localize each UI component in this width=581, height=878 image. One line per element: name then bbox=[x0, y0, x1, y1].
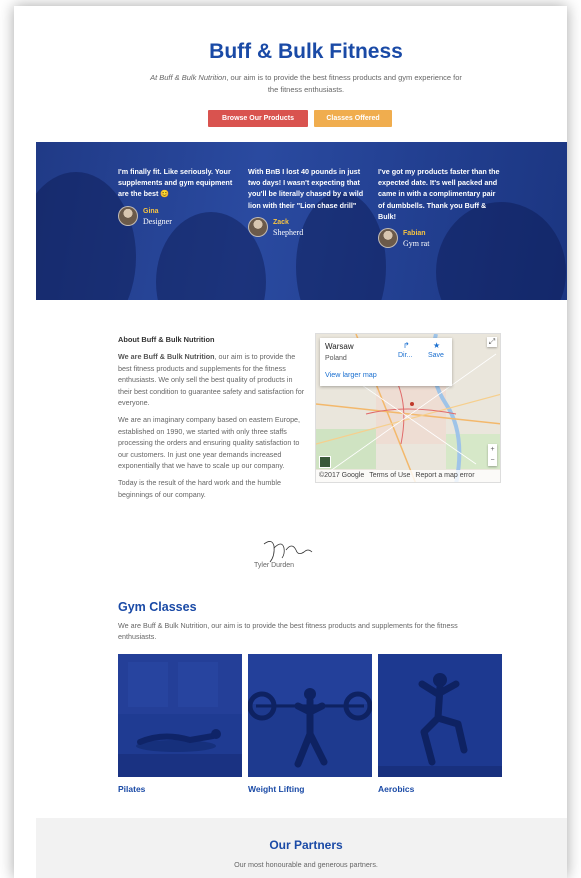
partners-section: Our Partners Our most honourable and gen… bbox=[36, 818, 567, 878]
save-link[interactable]: Save bbox=[428, 352, 444, 359]
signature-name: Tyler Durden bbox=[254, 562, 295, 569]
about-heading: About Buff & Bulk Nutrition bbox=[118, 335, 215, 344]
gym-classes-description: We are Buff & Bulk Nutrition, our aim is… bbox=[118, 621, 458, 642]
partners-title: Our Partners bbox=[269, 838, 343, 852]
class-image-weight-lifting[interactable] bbox=[248, 654, 372, 777]
classes-offered-button[interactable]: Classes Offered bbox=[314, 110, 392, 127]
class-label-aerobics[interactable]: Aerobics bbox=[378, 784, 414, 794]
map-terms-link[interactable]: Terms of Use bbox=[369, 472, 410, 479]
about-paragraph: We are an imaginary company based on eas… bbox=[118, 415, 301, 471]
about-paragraph: Today is the result of the hard work and… bbox=[118, 478, 282, 499]
author-role: Designer bbox=[143, 216, 172, 226]
expand-icon[interactable]: ⤢ bbox=[487, 337, 497, 347]
aerobics-illustration bbox=[378, 654, 502, 777]
view-larger-map-link[interactable]: View larger map bbox=[325, 370, 377, 379]
gym-classes-title: Gym Classes bbox=[118, 600, 197, 614]
testimonial-quote: With BnB I lost 40 pounds in just two da… bbox=[248, 167, 364, 210]
page-title: Buff & Bulk Fitness bbox=[209, 40, 403, 63]
pilates-illustration bbox=[118, 654, 242, 777]
map-copyright: ©2017 Google bbox=[319, 472, 365, 479]
testimonial-quote: I've got my products faster than the exp… bbox=[378, 167, 500, 221]
map-embed[interactable]: Warsaw Poland View larger map ↱ Dir... ★… bbox=[315, 333, 501, 483]
page-content: Buff & Bulk Fitness At Buff & Bulk Nutri… bbox=[36, 6, 567, 878]
about-paragraph: We are Buff & Bulk Nutrition, our aim is… bbox=[118, 351, 308, 408]
testimonial-card: With BnB I lost 40 pounds in just two da… bbox=[248, 166, 370, 241]
avatar bbox=[248, 216, 268, 237]
testimonial-author: Zack Shepherd bbox=[248, 216, 370, 241]
testimonials-section: I'm finally fit. Like seriously. Your su… bbox=[36, 142, 567, 300]
testimonial-card: I'm finally fit. Like seriously. Your su… bbox=[118, 166, 240, 230]
map-footer: ©2017 Google Terms of Use Report a map e… bbox=[316, 470, 500, 482]
save-star-icon[interactable]: ★ bbox=[433, 341, 440, 350]
satellite-toggle[interactable] bbox=[319, 456, 331, 468]
about-company-name: We are Buff & Bulk Nutrition bbox=[118, 352, 215, 362]
hero-subtitle: At Buff & Bulk Nutrition, our aim is to … bbox=[146, 72, 466, 96]
class-label-pilates[interactable]: Pilates bbox=[118, 784, 145, 794]
map-city: Warsaw bbox=[325, 342, 354, 351]
weight-lifting-illustration bbox=[248, 654, 372, 777]
avatar bbox=[118, 205, 138, 226]
directions-link[interactable]: Dir... bbox=[398, 352, 412, 359]
class-label-weight-lifting[interactable]: Weight Lifting bbox=[248, 784, 305, 794]
browse-products-button[interactable]: Browse Our Products bbox=[208, 110, 308, 127]
author-role: Shepherd bbox=[273, 227, 304, 237]
hero-subtitle-text: , our aim is to provide the best fitness… bbox=[226, 73, 462, 94]
about-section: About Buff & Bulk Nutrition We are Buff … bbox=[118, 334, 308, 506]
testimonial-author: Gina Designer bbox=[118, 205, 240, 230]
testimonial-author: Fabian Gym rat bbox=[378, 228, 500, 252]
class-image-pilates[interactable] bbox=[118, 654, 242, 777]
testimonial-quote: I'm finally fit. Like seriously. Your su… bbox=[118, 167, 233, 199]
map-country: Poland bbox=[325, 355, 347, 362]
partners-subtitle: Our most honourable and generous partner… bbox=[234, 860, 378, 869]
map-info-card: Warsaw Poland View larger map ↱ Dir... ★… bbox=[320, 338, 452, 386]
hero-subtitle-brand: At Buff & Bulk Nutrition bbox=[150, 73, 227, 82]
map-report-link[interactable]: Report a map error bbox=[415, 472, 474, 479]
zoom-controls[interactable]: + − bbox=[488, 444, 497, 466]
zoom-out-icon[interactable]: − bbox=[488, 455, 497, 466]
avatar bbox=[378, 228, 398, 249]
zoom-in-icon[interactable]: + bbox=[488, 444, 497, 455]
testimonial-card: I've got my products faster than the exp… bbox=[378, 166, 500, 252]
hero-section: Buff & Bulk Fitness At Buff & Bulk Nutri… bbox=[36, 6, 567, 140]
author-role: Gym rat bbox=[403, 239, 430, 249]
class-image-aerobics[interactable] bbox=[378, 654, 502, 777]
directions-icon[interactable]: ↱ bbox=[403, 341, 410, 350]
page-frame: Buff & Bulk Fitness At Buff & Bulk Nutri… bbox=[14, 6, 567, 878]
